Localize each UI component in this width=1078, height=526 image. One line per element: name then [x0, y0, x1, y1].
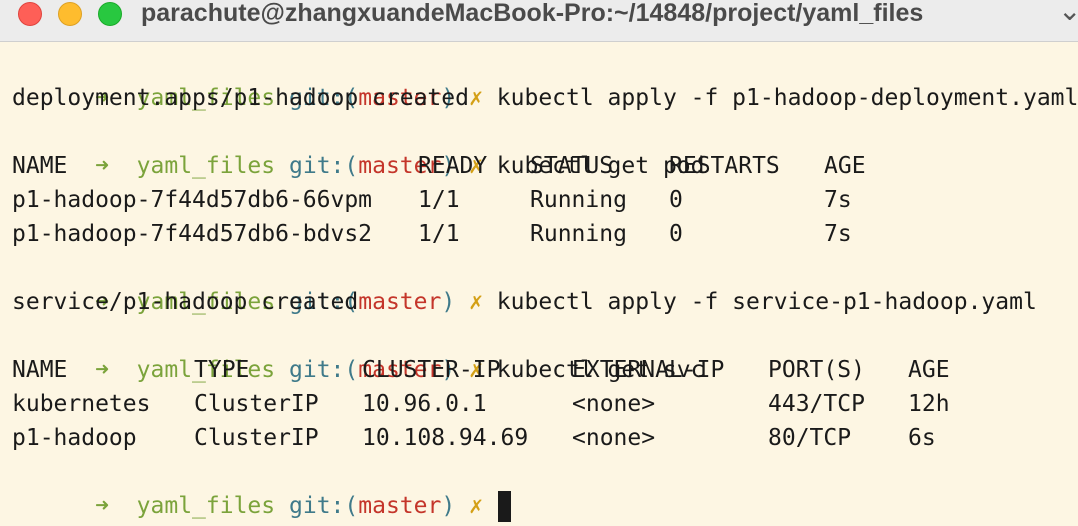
zoom-window-button[interactable] [98, 2, 122, 26]
table-row: p1-hadoop-7f44d57db6-bdvs2 1/1 Running 0… [12, 217, 1062, 251]
column-header: AGE [908, 357, 950, 383]
column-header: EXTERNAL-IP [572, 357, 725, 383]
table-cell: ClusterIP [194, 391, 319, 417]
table-cell: <none> [572, 425, 656, 451]
table-cell: <none> [572, 391, 656, 417]
column-header: NAME [12, 357, 68, 383]
column-header: NAME [12, 153, 68, 179]
table-cell: 12h [908, 391, 950, 417]
prompt-directory: yaml_files [136, 493, 276, 519]
window-title: parachute@zhangxuandeMacBook-Pro:~/14848… [141, 0, 924, 27]
table-cell: 1/1 [418, 187, 460, 213]
table-cell: ClusterIP [194, 425, 319, 451]
table-row: kubernetes ClusterIP 10.96.0.1 <none> 44… [12, 387, 1062, 421]
table-cell: 7s [824, 187, 852, 213]
prompt-branch: master [358, 289, 442, 315]
table-row: p1-hadoop ClusterIP 10.108.94.69 <none> … [12, 421, 1062, 455]
table-cell: 0 [669, 187, 683, 213]
table-cell: Running [530, 187, 627, 213]
prompt-git-label: git:( [289, 493, 359, 519]
table-cell: 10.96.0.1 [362, 391, 487, 417]
table-cell: 0 [669, 221, 683, 247]
command-text: kubectl apply -f service-p1-hadoop.yaml [496, 289, 1037, 315]
table-cell: 7s [824, 221, 852, 247]
terminal-output[interactable]: ➜ yaml_files git:(master) ✗ kubectl appl… [0, 42, 1078, 526]
column-header: AGE [824, 153, 866, 179]
close-window-button[interactable] [18, 2, 42, 26]
prompt-line-active[interactable]: ➜ yaml_files git:(master) ✗ [12, 455, 511, 522]
prompt-branch: master [358, 493, 442, 519]
column-header: READY [418, 153, 488, 179]
prompt-arrow-icon: ➜ [95, 493, 109, 519]
services-table-header: NAME TYPE CLUSTER-IP EXTERNAL-IP PORT(S)… [12, 353, 1062, 387]
prompt-dirty-icon: ✗ [469, 289, 483, 315]
table-cell: 6s [908, 425, 936, 451]
table-cell: kubernetes [12, 391, 151, 417]
output-line: service/p1-hadoop created [12, 289, 359, 315]
column-header: STATUS [530, 153, 614, 179]
table-cell: p1-hadoop [12, 425, 137, 451]
pods-table-header: NAME READY STATUS RESTARTS AGE [12, 149, 1062, 183]
prompt-dirty-icon: ✗ [469, 85, 483, 111]
terminal-window: parachute@zhangxuandeMacBook-Pro:~/14848… [0, 0, 1078, 526]
prompt-line: ➜ yaml_files git:(master) ✗ kubectl get … [12, 115, 704, 179]
table-cell: Running [530, 221, 627, 247]
title-bar[interactable]: parachute@zhangxuandeMacBook-Pro:~/14848… [0, 0, 1078, 42]
table-cell: p1-hadoop-7f44d57db6-bdvs2 [12, 221, 373, 247]
text-cursor[interactable] [497, 491, 511, 522]
prompt-line: ➜ yaml_files git:(master) ✗ kubectl get … [12, 319, 704, 383]
column-header: RESTARTS [669, 153, 780, 179]
table-cell: 80/TCP [768, 425, 852, 451]
column-header: PORT(S) [768, 357, 865, 383]
prompt-git-close: ) [441, 493, 456, 519]
prompt-dirty-icon: ✗ [469, 493, 483, 519]
table-cell: 10.108.94.69 [362, 425, 529, 451]
table-row: p1-hadoop-7f44d57db6-66vpm 1/1 Running 0… [12, 183, 1062, 217]
table-cell: p1-hadoop-7f44d57db6-66vpm [12, 187, 373, 213]
new-tab-icon[interactable]: ⌄ [1058, 0, 1078, 27]
minimize-window-button[interactable] [58, 2, 82, 26]
table-cell: 443/TCP [768, 391, 865, 417]
prompt-line: ➜ yaml_files git:(master) ✗ kubectl appl… [12, 47, 1078, 111]
column-header: CLUSTER-IP [362, 357, 501, 383]
prompt-git-close: ) [441, 289, 456, 315]
prompt-line: ➜ yaml_files git:(master) ✗ kubectl appl… [12, 251, 1037, 315]
command-text: kubectl apply -f p1-hadoop-deployment.ya… [496, 85, 1078, 111]
table-cell: 1/1 [418, 221, 460, 247]
output-line: deployment.apps/p1-hadoop created [12, 85, 469, 111]
column-header: TYPE [194, 357, 250, 383]
